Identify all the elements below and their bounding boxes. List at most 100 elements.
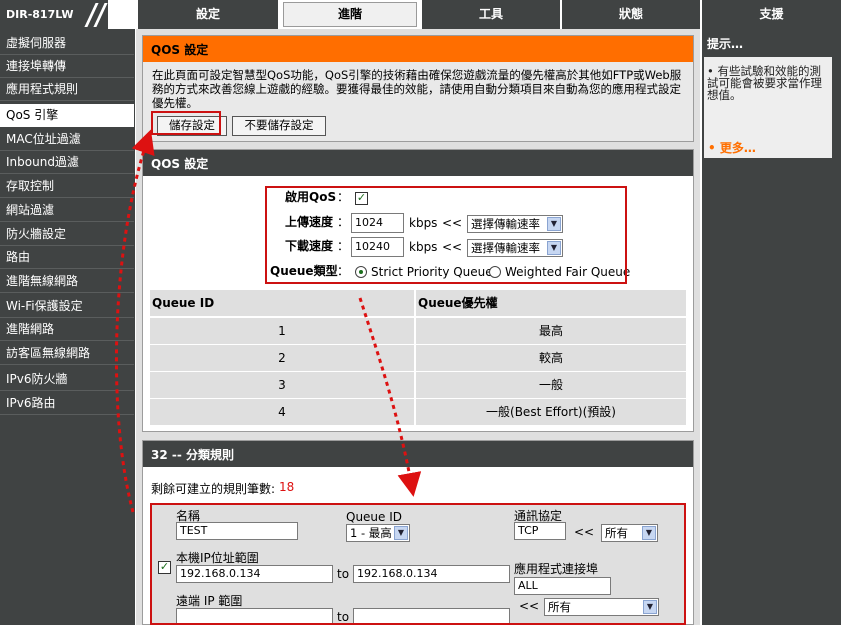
- sidebar-item-routing[interactable]: 路由: [0, 246, 134, 269]
- upload-unit: kbps: [409, 216, 438, 230]
- top-navigation-bar: DIR-817LW 設定 進階 工具 狀態 支援: [0, 0, 841, 29]
- remaining-rules-label: 剩餘可建立的規則筆數:: [151, 482, 276, 496]
- sidebar-item-guest-zone[interactable]: 訪客區無線網路: [0, 342, 134, 365]
- sidebar-item-wifi-protected-setup[interactable]: Wi-Fi保護設定: [0, 295, 134, 318]
- column-header-queue-priority: Queue優先權: [416, 290, 686, 316]
- queue-id-cell: 4: [150, 399, 414, 425]
- remaining-rules-count: 18: [279, 480, 295, 494]
- sidebar-item-qos-engine[interactable]: QoS 引擎: [0, 104, 134, 127]
- sidebar-item-application-rules[interactable]: 應用程式規則: [0, 78, 134, 101]
- hints-title: 提示…: [707, 37, 744, 51]
- sidebar-item-firewall-settings[interactable]: 防火牆設定: [0, 223, 134, 246]
- sidebar-item-mac-filter[interactable]: MAC位址過濾: [0, 128, 134, 151]
- app-port-label: 應用程式連接埠: [514, 562, 599, 576]
- download-rate-select[interactable]: 選擇傳輸速率 ▼: [467, 239, 563, 257]
- qos-settings-section: QOS 設定 啟用QoS ： ✓ 上傳速度 ： 1024 kbps << 選擇傳…: [142, 149, 694, 432]
- chevron-down-icon: ▼: [643, 600, 657, 614]
- sidebar-item-ipv6-firewall[interactable]: IPv6防火牆: [0, 368, 134, 391]
- download-speed-label: 下載速度: [285, 239, 334, 253]
- logo-white-block: [108, 0, 136, 29]
- app-port-select[interactable]: 所有 ▼: [544, 598, 659, 616]
- download-speed-input[interactable]: 10240: [351, 237, 404, 257]
- sidebar-item-virtual-server[interactable]: 虛擬伺服器: [0, 32, 134, 55]
- tab-label: 設定: [195, 7, 220, 21]
- enable-qos-colon: ：: [337, 190, 350, 204]
- classification-rules-title: 32 -- 分類規則: [143, 441, 693, 467]
- tab-label: 工具: [478, 7, 503, 21]
- protocol-select[interactable]: 所有 ▼: [601, 524, 658, 542]
- protocol-input[interactable]: TCP: [514, 522, 566, 540]
- upload-speed-colon: ：: [337, 215, 350, 229]
- upload-arrows: <<: [442, 216, 463, 230]
- rule-name-input[interactable]: TEST: [176, 522, 298, 540]
- strict-priority-label: Strict Priority Queue: [371, 265, 493, 279]
- rule-enable-checkbox[interactable]: ✓: [158, 561, 171, 574]
- sidebar-item-access-control[interactable]: 存取控制: [0, 175, 134, 198]
- app-port-select-value: 所有: [548, 600, 571, 614]
- sidebar-item-inbound-filter[interactable]: Inbound過濾: [0, 151, 134, 174]
- remote-ip-start-input[interactable]: [176, 608, 333, 625]
- queue-priority-cell: 一般(Best Effort)(預設): [416, 399, 686, 425]
- enable-qos-label: 啟用QoS: [285, 190, 337, 204]
- app-port-arrows: <<: [519, 599, 540, 613]
- upload-rate-select[interactable]: 選擇傳輸速率 ▼: [467, 215, 563, 233]
- tab-support[interactable]: 支援: [700, 0, 841, 29]
- qos-intro-title: QOS 設定: [143, 36, 693, 62]
- sidebar: 虛擬伺服器 連接埠轉傳 應用程式規則 QoS 引擎 MAC位址過濾 Inboun…: [0, 29, 136, 625]
- tab-label: 狀態: [618, 7, 643, 21]
- queue-id-cell: 3: [150, 372, 414, 398]
- chevron-down-icon: ▼: [642, 526, 656, 540]
- protocol-arrows: <<: [574, 525, 595, 539]
- weighted-fair-label: Weighted Fair Queue: [505, 265, 631, 279]
- download-arrows: <<: [442, 240, 463, 254]
- local-ip-end-input[interactable]: 192.168.0.134: [353, 565, 510, 583]
- weighted-fair-radio[interactable]: [489, 266, 501, 278]
- local-ip-to-label: to: [337, 567, 350, 581]
- queue-type-label: Queue類型: [270, 264, 338, 278]
- strict-priority-radio[interactable]: [355, 266, 367, 278]
- enable-qos-checkbox[interactable]: ✓: [355, 192, 368, 205]
- hints-more-link[interactable]: • 更多…: [708, 139, 756, 156]
- tab-label: 進階: [337, 7, 362, 21]
- dont-save-settings-button[interactable]: 不要儲存設定: [232, 116, 326, 136]
- hints-text: • 有些試驗和效能的測試可能會被要求當作理想值。: [707, 65, 831, 101]
- upload-speed-label: 上傳速度: [285, 215, 334, 229]
- queue-priority-cell: 較高: [416, 345, 686, 371]
- table-row: 2 較高: [150, 345, 686, 371]
- sidebar-item-advanced-network[interactable]: 進階網路: [0, 318, 134, 341]
- tab-advanced[interactable]: 進階: [278, 0, 420, 29]
- hints-panel: 提示… • 有些試驗和效能的測試可能會被要求當作理想值。 • 更多…: [700, 29, 841, 625]
- rule-queue-id-value: 1 - 最高: [350, 526, 392, 540]
- remote-ip-to-label: to: [337, 610, 350, 624]
- qos-settings-title: QOS 設定: [143, 150, 693, 176]
- save-settings-button[interactable]: 儲存設定: [157, 116, 227, 136]
- download-speed-colon: ：: [337, 239, 350, 253]
- queue-id-cell: 1: [150, 318, 414, 344]
- sidebar-item-port-forwarding[interactable]: 連接埠轉傳: [0, 55, 134, 78]
- rule-queue-id-select[interactable]: 1 - 最高 ▼: [346, 524, 410, 542]
- hints-body: • 有些試驗和效能的測試可能會被要求當作理想值。 • 更多…: [704, 57, 832, 158]
- chevron-down-icon: ▼: [394, 526, 408, 540]
- download-unit: kbps: [409, 240, 438, 254]
- queue-type-colon: ：: [337, 264, 350, 278]
- sidebar-item-website-filter[interactable]: 網站過濾: [0, 199, 134, 222]
- local-ip-range-label: 本機IP位址範圍: [176, 551, 259, 565]
- tab-tools[interactable]: 工具: [420, 0, 560, 29]
- app-port-input[interactable]: ALL: [514, 577, 611, 595]
- sidebar-item-ipv6-routing[interactable]: IPv6路由: [0, 392, 134, 415]
- chevron-down-icon: ▼: [547, 217, 561, 231]
- table-row: 1 最高: [150, 318, 686, 344]
- column-header-queue-id: Queue ID: [150, 290, 414, 316]
- tab-status[interactable]: 狀態: [560, 0, 700, 29]
- tab-label: 支援: [759, 7, 784, 21]
- table-header-row: Queue ID Queue優先權: [150, 290, 686, 316]
- rule-queue-id-label: Queue ID: [346, 510, 403, 524]
- tab-setup[interactable]: 設定: [136, 0, 278, 29]
- chevron-down-icon: ▼: [547, 241, 561, 255]
- remote-ip-end-input[interactable]: [353, 608, 510, 625]
- sidebar-item-advanced-wireless[interactable]: 進階無線網路: [0, 270, 134, 293]
- qos-intro-section: QOS 設定 在此頁面可設定智慧型QoS功能，QoS引擎的技術藉由確保您遊戲流量…: [142, 35, 694, 142]
- download-rate-select-value: 選擇傳輸速率: [471, 241, 540, 255]
- upload-speed-input[interactable]: 1024: [351, 213, 404, 233]
- local-ip-start-input[interactable]: 192.168.0.134: [176, 565, 333, 583]
